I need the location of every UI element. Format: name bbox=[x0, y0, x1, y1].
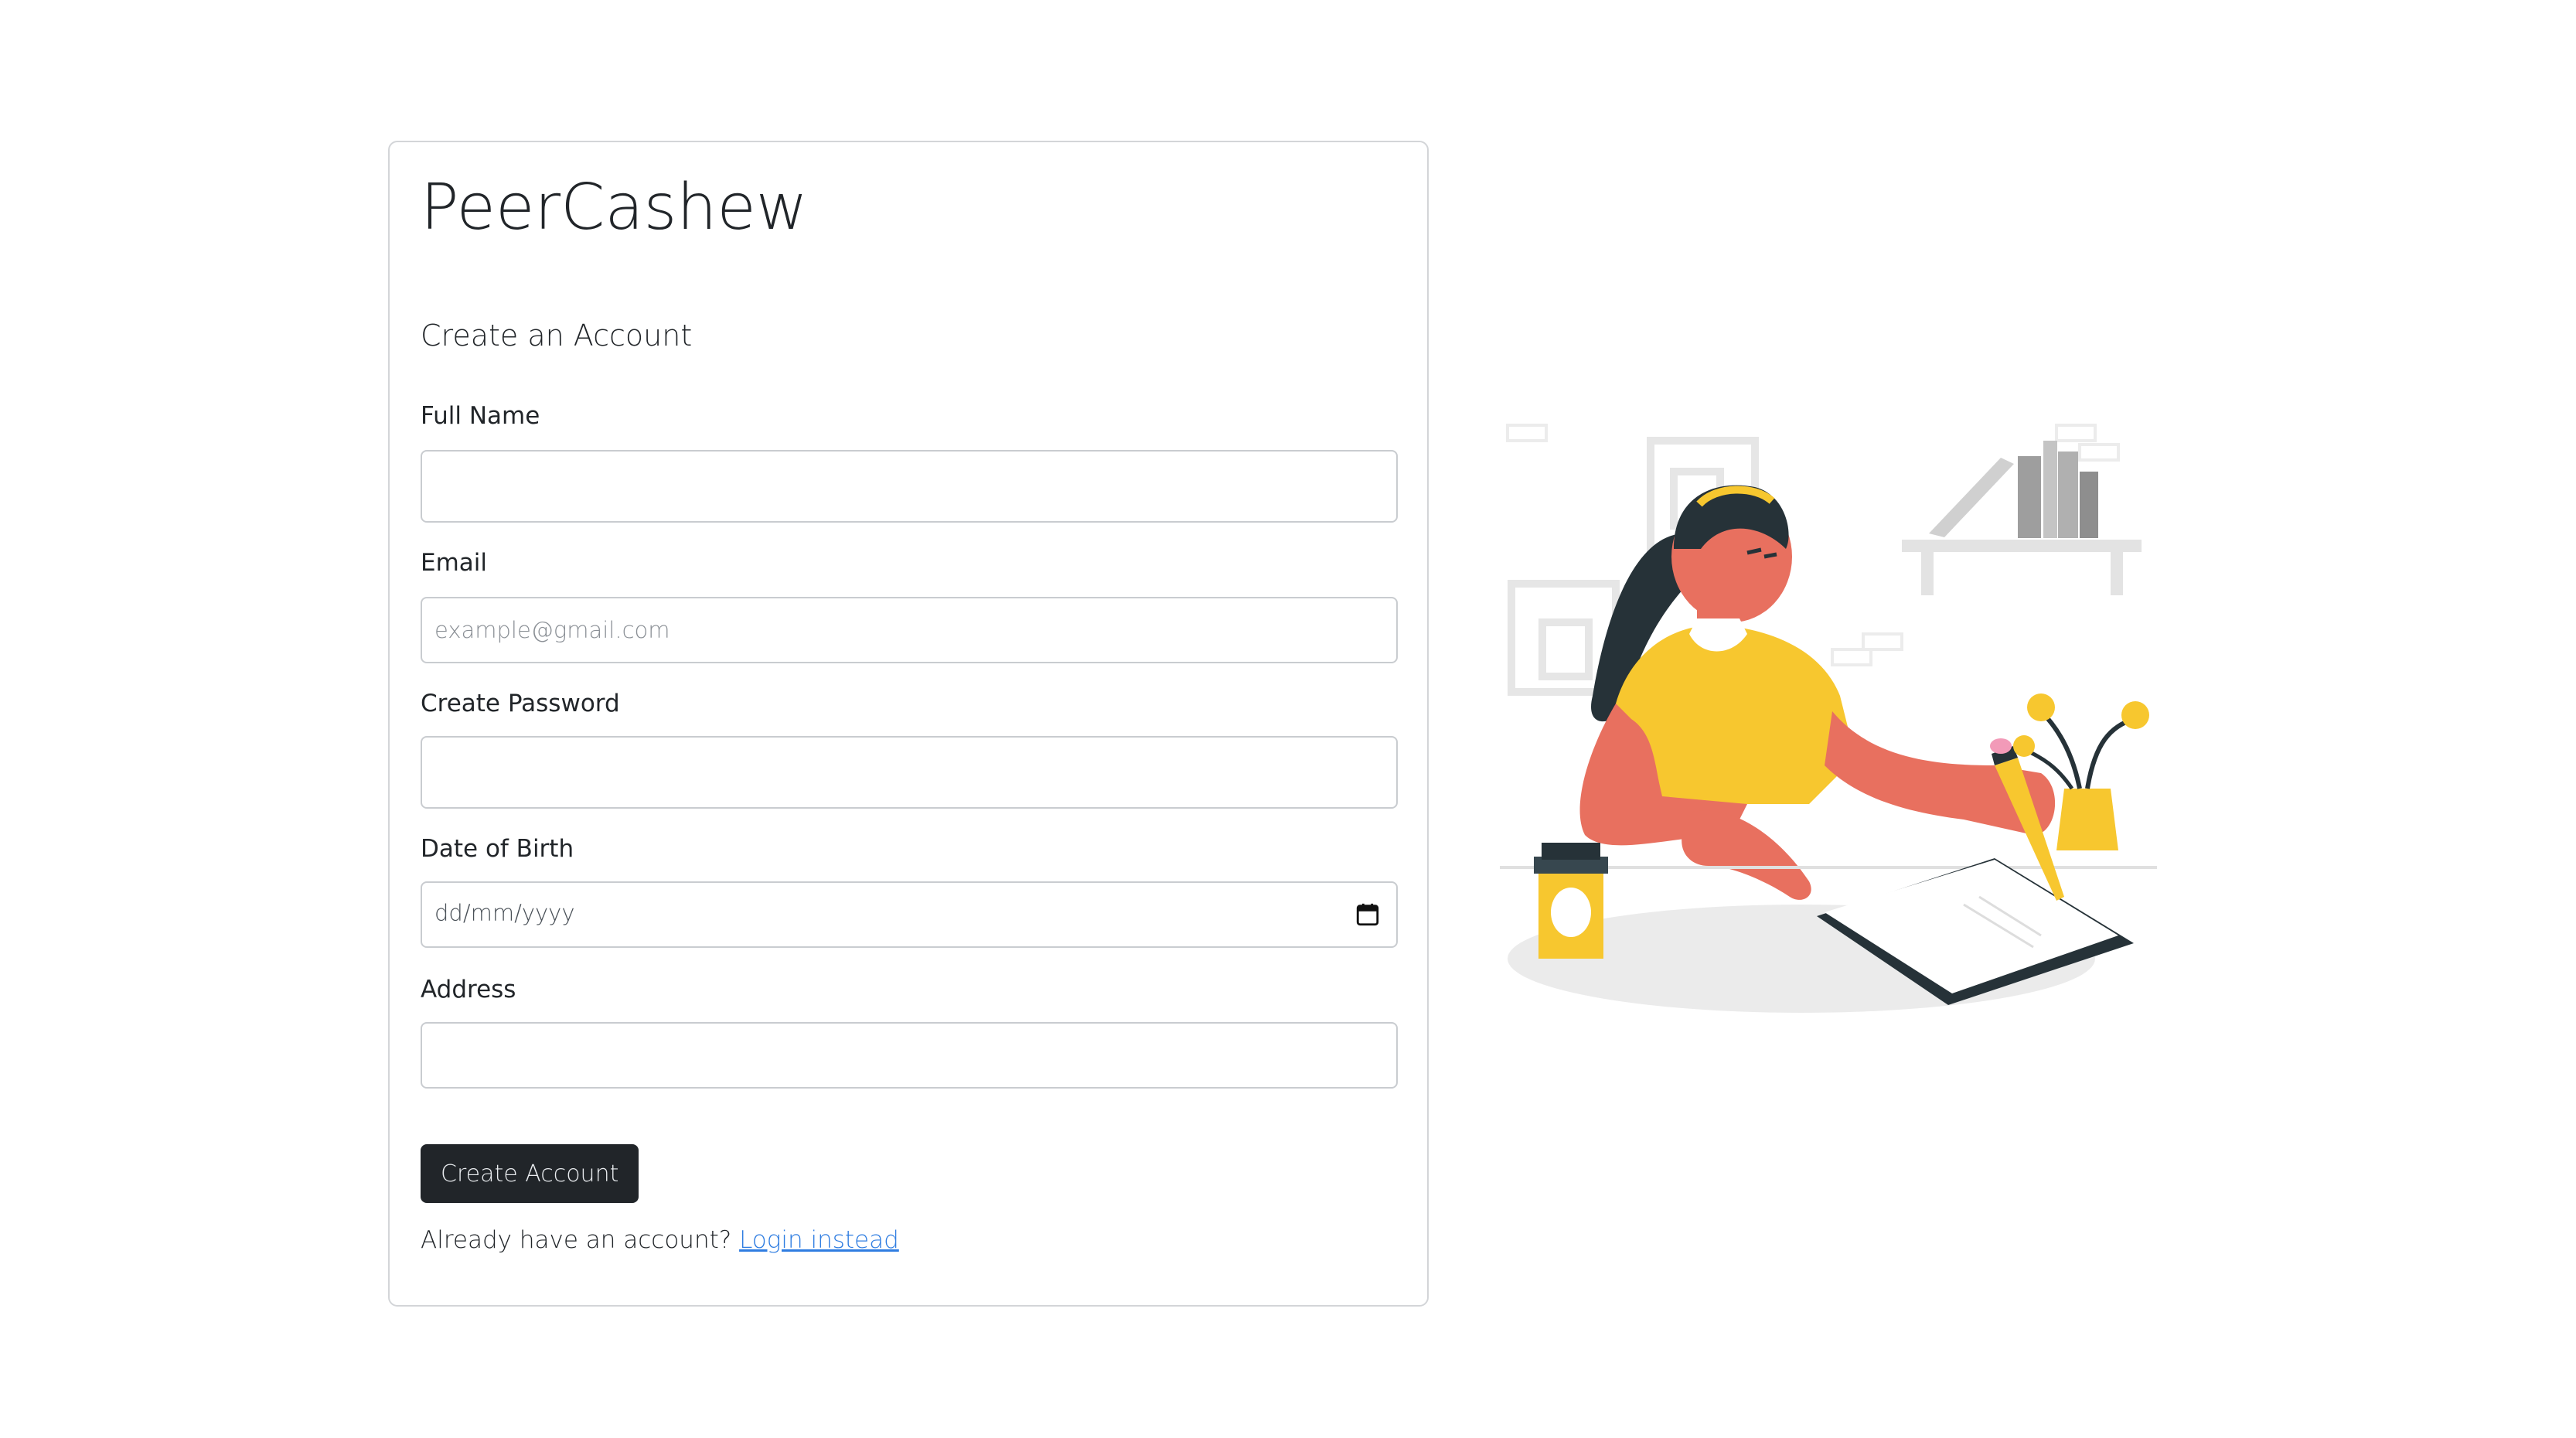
address-label: Address bbox=[421, 976, 516, 1004]
brand-title: PeerCashew bbox=[421, 171, 808, 244]
calendar-icon[interactable] bbox=[1354, 901, 1381, 928]
full-name-label: Full Name bbox=[421, 402, 540, 430]
dob-label: Date of Birth bbox=[421, 835, 574, 863]
email-label: Email bbox=[421, 549, 488, 577]
login-prompt: Already have an account? Login instead bbox=[421, 1226, 899, 1254]
address-input[interactable] bbox=[421, 1022, 1398, 1089]
email-input[interactable] bbox=[421, 597, 1398, 663]
password-input[interactable] bbox=[421, 736, 1398, 809]
woman-writing-illustration bbox=[1500, 424, 2157, 1013]
shelf bbox=[1902, 441, 2142, 595]
login-link[interactable]: Login instead bbox=[739, 1226, 899, 1254]
create-account-button[interactable]: Create Account bbox=[421, 1144, 639, 1203]
password-label: Create Password bbox=[421, 690, 620, 717]
full-name-input[interactable] bbox=[421, 450, 1398, 523]
dob-placeholder: dd/mm/yyyy bbox=[434, 900, 575, 926]
signup-card: PeerCashew Create an Account Full Name E… bbox=[388, 141, 1429, 1307]
login-prompt-text: Already have an account? bbox=[421, 1226, 732, 1254]
form-heading: Create an Account bbox=[421, 319, 693, 353]
dob-input[interactable]: dd/mm/yyyy bbox=[421, 881, 1398, 948]
coffee-cup bbox=[1534, 843, 1608, 959]
